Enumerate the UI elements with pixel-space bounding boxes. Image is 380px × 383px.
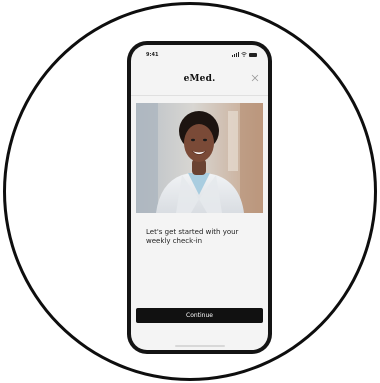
checkin-message: Let's get started with your weekly check… [146, 228, 239, 245]
circle-badge: 9:41 eMed. Let's get started with your w… [3, 2, 377, 381]
battery-icon [249, 52, 257, 57]
emed-logo: eMed. [183, 74, 216, 84]
status-bar: 9:41 [131, 51, 268, 61]
illustration-frame: 9:41 eMed. Let's get started with your w… [0, 0, 380, 383]
wifi-icon [241, 52, 247, 57]
phone-mockup: 9:41 eMed. Let's get started with your w… [127, 41, 272, 354]
status-time: 9:41 [146, 52, 159, 58]
app-header: eMed. [131, 69, 268, 96]
continue-button[interactable]: Continue [136, 308, 263, 323]
close-icon[interactable] [251, 74, 259, 82]
status-icons [232, 52, 257, 57]
doctor-photo [136, 103, 263, 213]
home-indicator [175, 345, 225, 347]
signal-icon [232, 52, 239, 57]
app-screen: 9:41 eMed. Let's get started with your w… [131, 45, 268, 350]
